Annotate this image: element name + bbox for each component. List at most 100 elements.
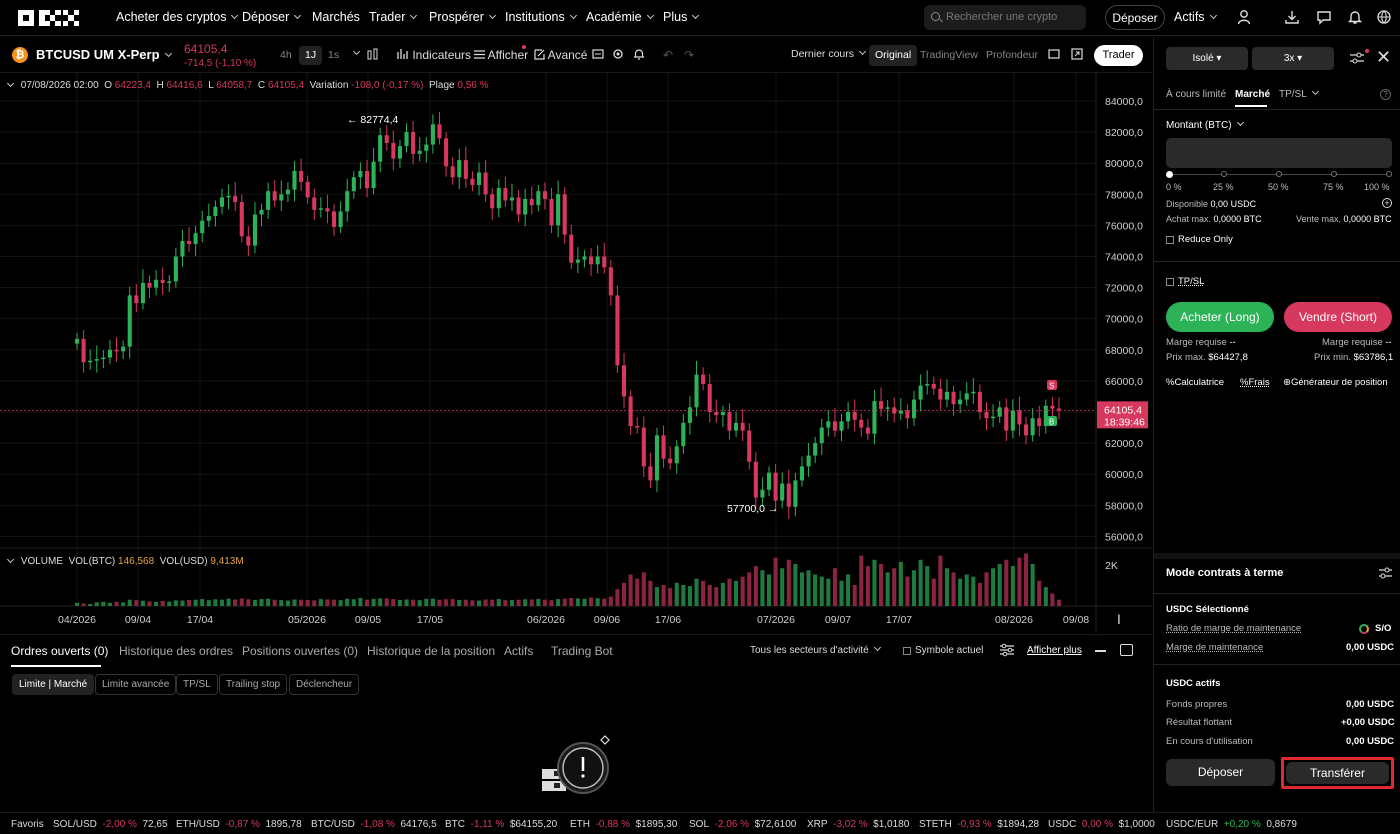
nav-institutions[interactable]: Institutions [505,10,577,24]
show-more-link[interactable]: Afficher plus [1027,645,1082,656]
ticker-item[interactable]: SOL/USD -2,00 % 72,65 [53,819,168,830]
tab-order-history[interactable]: Historique des ordres [119,644,233,658]
redo-icon[interactable]: ↷ [684,48,694,62]
nav-trade[interactable]: Trader [369,10,418,24]
volume-bar [107,602,112,606]
candle-type-icon[interactable] [367,48,379,65]
view-depth[interactable]: Profondeur [980,45,1044,66]
slider-handle[interactable] [1166,171,1173,178]
ticker-item[interactable]: SOL -2,06 % $72,6100 [689,819,796,830]
chip-trailing-stop[interactable]: Trailing stop [219,674,288,695]
y-tick-label: 76000,0 [1105,220,1143,232]
tpsl-checkbox[interactable] [1166,278,1174,286]
current-symbol-checkbox[interactable] [903,647,911,655]
globe-icon[interactable] [1376,9,1392,25]
minimize-icon[interactable] [1095,650,1106,652]
chip-advanced-limit[interactable]: Limite avancée [95,674,177,695]
slider-step[interactable] [1276,171,1282,177]
slider-step[interactable] [1386,171,1392,177]
ticker-item[interactable]: USDC/EUR +0,20 % 0,8679 [1166,819,1297,830]
tab-assets[interactable]: Actifs [504,644,533,658]
assets-menu[interactable]: Actifs [1174,10,1217,24]
ticker-item[interactable]: BTC/USD -1,08 % 64176,5 [311,819,437,830]
volume-bar [714,587,719,606]
ticker-item[interactable]: USDC 0,00 % $1,0000 [1048,819,1155,830]
buy-long-button[interactable]: Acheter (Long) [1166,302,1274,332]
add-funds-icon[interactable]: + [1382,198,1392,208]
ticker-item[interactable]: XRP -3,02 % $1,0180 [807,819,909,830]
nav-more[interactable]: Plus [663,10,700,24]
tab-position-history[interactable]: Historique de la position [367,644,495,658]
favorites-label[interactable]: Favoris [11,819,44,830]
fullscreen-icon[interactable] [1071,48,1083,63]
trader-button[interactable]: Trader [1094,45,1143,66]
price-mode-select[interactable]: Dernier cours [791,47,867,60]
layout-icon[interactable] [1048,48,1060,63]
nav-grow[interactable]: Prospérer [429,10,496,24]
sector-filter[interactable]: Tous les secteurs d'activité [750,643,881,656]
nav-deposit[interactable]: Déposer [242,10,302,24]
indicators-button[interactable]: Indicateurs [397,48,471,62]
volume-bar [516,599,521,606]
cursor-icon[interactable]: Ⅰ [1117,612,1121,628]
nav-academy[interactable]: Académie [586,10,654,24]
screenshot-icon[interactable] [592,48,604,63]
panel-deposit-button[interactable]: Déposer [1166,759,1275,786]
ticker-item[interactable]: STETH -0,93 % $1894,28 [919,819,1039,830]
sliders-icon[interactable] [1379,567,1392,582]
transfer-button[interactable]: Transférer [1286,762,1389,784]
ticker-item[interactable]: ETH -0,88 % $1895,30 [570,819,677,830]
filter-icon[interactable] [1000,643,1014,660]
help-icon[interactable]: ? [1380,89,1391,100]
search-input[interactable]: Rechercher une crypto [924,5,1086,30]
amount-label[interactable]: Montant (BTC) [1166,118,1244,131]
symbol-selector[interactable]: BTCUSD UM X-Perp [36,47,172,62]
interval-4h[interactable]: 4h [274,46,298,65]
settings-icon[interactable] [612,48,624,63]
interval-1w[interactable]: 1s [322,46,345,65]
slider-step[interactable] [1331,171,1337,177]
tab-trading-bot[interactable]: Trading Bot [551,644,613,658]
tab-tpsl-order[interactable]: TP/SL [1279,87,1319,100]
slider-step[interactable] [1221,171,1227,177]
tab-limit-order[interactable]: À cours limité [1166,89,1226,100]
nav-buy-crypto[interactable]: Acheter des cryptos [116,10,239,24]
reduce-only-checkbox[interactable] [1166,236,1174,244]
expand-icon[interactable] [1120,644,1133,656]
nav-markets[interactable]: Marchés [312,10,360,24]
user-icon[interactable] [1236,9,1252,25]
advanced-button[interactable]: Avancé [534,48,587,62]
position-generator-button[interactable]: ⊕Générateur de position [1283,377,1388,388]
tab-market-order[interactable]: Marché [1235,89,1270,100]
chip-trigger[interactable]: Déclencheur [289,674,360,695]
ticker-item[interactable]: BTC -1,11 % $64155,20 [445,819,557,830]
deposit-button[interactable]: Déposer [1105,5,1165,30]
chat-icon[interactable] [1316,9,1332,25]
close-icon[interactable]: ✕ [1376,48,1391,66]
ticker-item[interactable]: ETH/USD -0,87 % 1895,78 [176,819,302,830]
leverage-select[interactable]: 3x ▾ [1252,47,1334,70]
sell-short-button[interactable]: Vendre (Short) [1284,302,1392,332]
download-icon[interactable] [1284,9,1300,25]
view-tradingview[interactable]: TradingView [914,45,984,66]
calculator-button[interactable]: %Calculatrice [1166,377,1224,388]
chip-limit-market[interactable]: Limite | Marché [12,674,95,695]
chip-tpsl[interactable]: TP/SL [176,674,218,695]
undo-icon[interactable]: ↶ [663,48,673,62]
tab-open-orders[interactable]: Ordres ouverts (0) [11,644,108,658]
tab-open-positions[interactable]: Positions ouvertes (0) [242,644,358,658]
okx-logo[interactable] [18,8,80,28]
amount-input[interactable] [1166,138,1392,168]
interval-dropdown-icon[interactable] [348,46,361,60]
collapse-chevron-icon[interactable] [6,555,15,564]
bell-icon[interactable] [1347,9,1363,25]
display-button[interactable]: Afficher [474,45,528,62]
view-original[interactable]: Original [869,45,918,66]
collapse-chevron-icon[interactable] [6,79,15,88]
price-chart[interactable]: 84000,0 82000,0 80000,0 78000,0 76000,0 74000… [0,73,1152,633]
fees-button[interactable]: %Frais [1240,377,1270,388]
interval-1d[interactable]: 1J [299,46,323,65]
alert-icon[interactable] [633,48,645,63]
order-settings-icon[interactable] [1350,49,1369,67]
margin-mode-select[interactable]: Isolé ▾ [1166,47,1248,70]
